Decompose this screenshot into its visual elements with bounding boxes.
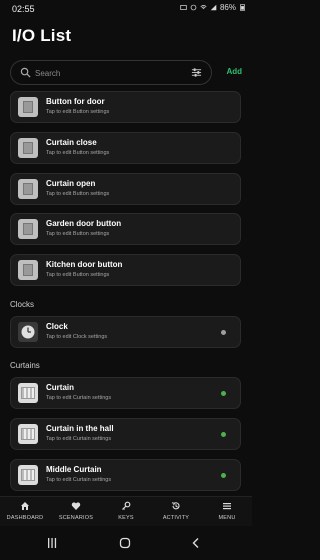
item-subtitle: Tap to edit Button settings <box>46 150 110 156</box>
bottom-navigation: DASHBOARD SCENARIOS KEYS ACTIVITY MENU <box>0 496 252 527</box>
nav-label: SCENARIOS <box>58 515 94 521</box>
battery-percentage: 86% <box>219 3 236 12</box>
item-subtitle: Tap to edit Button settings <box>46 191 110 197</box>
item-subtitle: Tap to edit Curtain settings <box>46 395 112 401</box>
item-subtitle: Tap to edit Button settings <box>46 231 110 237</box>
button-device-icon <box>18 260 38 280</box>
status-bar: 02:55 86% <box>0 0 252 18</box>
status-dot-active <box>221 432 226 437</box>
search-icon <box>20 67 31 78</box>
search-input[interactable] <box>33 65 187 82</box>
item-name: Curtain <box>46 383 74 392</box>
system-navigation-bar <box>0 526 252 560</box>
section-title-curtains: Curtains <box>10 361 40 370</box>
page-title: I/O List <box>12 26 72 45</box>
back-icon[interactable] <box>190 537 202 549</box>
nav-menu[interactable]: MENU <box>202 501 252 521</box>
item-subtitle: Tap to edit Curtain settings <box>46 436 112 442</box>
nav-label: MENU <box>218 515 236 521</box>
nav-activity[interactable]: ACTIVITY <box>151 501 201 521</box>
item-subtitle: Tap to edit Curtain settings <box>46 477 112 483</box>
item-subtitle: Tap to edit Clock settings <box>46 334 108 340</box>
key-icon <box>122 501 131 510</box>
list-item-curtain-close[interactable]: Curtain close Tap to edit Button setting… <box>10 132 241 164</box>
signal-icon <box>210 4 217 11</box>
heart-icon <box>71 502 81 510</box>
item-name: Garden door button <box>46 219 122 228</box>
item-name: Button for door <box>46 97 105 106</box>
status-dot-active <box>221 391 226 396</box>
status-time: 02:55 <box>12 4 35 14</box>
home-button-icon[interactable] <box>119 537 131 549</box>
notification-icon <box>180 5 187 10</box>
list-item-garden-door-button[interactable]: Garden door button Tap to edit Button se… <box>10 213 241 245</box>
curtain-icon <box>18 383 38 403</box>
list-item-middle-curtain[interactable]: Middle Curtain Tap to edit Curtain setti… <box>10 459 241 491</box>
clock-icon <box>18 322 38 342</box>
recent-apps-icon[interactable] <box>46 537 58 549</box>
list-item-curtain-open[interactable]: Curtain open Tap to edit Button settings <box>10 173 241 205</box>
battery-icon <box>240 4 245 11</box>
home-icon <box>21 502 29 510</box>
section-title-clocks: Clocks <box>10 300 35 309</box>
item-subtitle: Tap to edit Button settings <box>46 109 110 115</box>
curtain-icon <box>18 424 38 444</box>
item-name: Curtain in the hall <box>46 424 114 433</box>
menu-icon <box>223 503 231 510</box>
button-device-icon <box>18 97 38 117</box>
nav-label: DASHBOARD <box>6 515 44 521</box>
search-bar[interactable] <box>10 60 212 85</box>
item-subtitle: Tap to edit Button settings <box>46 272 110 278</box>
list-item-button-for-door[interactable]: Button for door Tap to edit Button setti… <box>10 91 241 123</box>
list-item-kitchen-door-button[interactable]: Kitchen door button Tap to edit Button s… <box>10 254 241 286</box>
item-name: Middle Curtain <box>46 465 102 474</box>
nav-keys[interactable]: KEYS <box>101 501 151 521</box>
list-item-curtain[interactable]: Curtain Tap to edit Curtain settings <box>10 377 241 409</box>
item-name: Kitchen door button <box>46 260 123 269</box>
nav-label: KEYS <box>118 515 134 521</box>
filter-icon[interactable] <box>191 67 202 78</box>
curtain-icon <box>18 465 38 485</box>
button-device-icon <box>18 219 38 239</box>
wifi-icon <box>200 5 207 10</box>
list-item-curtain-in-the-hall[interactable]: Curtain in the hall Tap to edit Curtain … <box>10 418 241 450</box>
status-icons: 86% <box>180 3 246 12</box>
add-button[interactable]: Add <box>226 67 242 76</box>
button-device-icon <box>18 179 38 199</box>
status-dot-active <box>221 473 226 478</box>
list-item-clock[interactable]: Clock Tap to edit Clock settings <box>10 316 241 348</box>
alarm-icon <box>190 4 197 11</box>
nav-label: ACTIVITY <box>162 515 190 521</box>
history-icon <box>171 502 180 510</box>
nav-scenarios[interactable]: SCENARIOS <box>51 501 101 521</box>
button-device-icon <box>18 138 38 158</box>
nav-dashboard[interactable]: DASHBOARD <box>0 501 50 521</box>
item-name: Clock <box>46 322 68 331</box>
status-dot-inactive <box>221 330 226 335</box>
item-name: Curtain close <box>46 138 97 147</box>
item-name: Curtain open <box>46 179 96 188</box>
